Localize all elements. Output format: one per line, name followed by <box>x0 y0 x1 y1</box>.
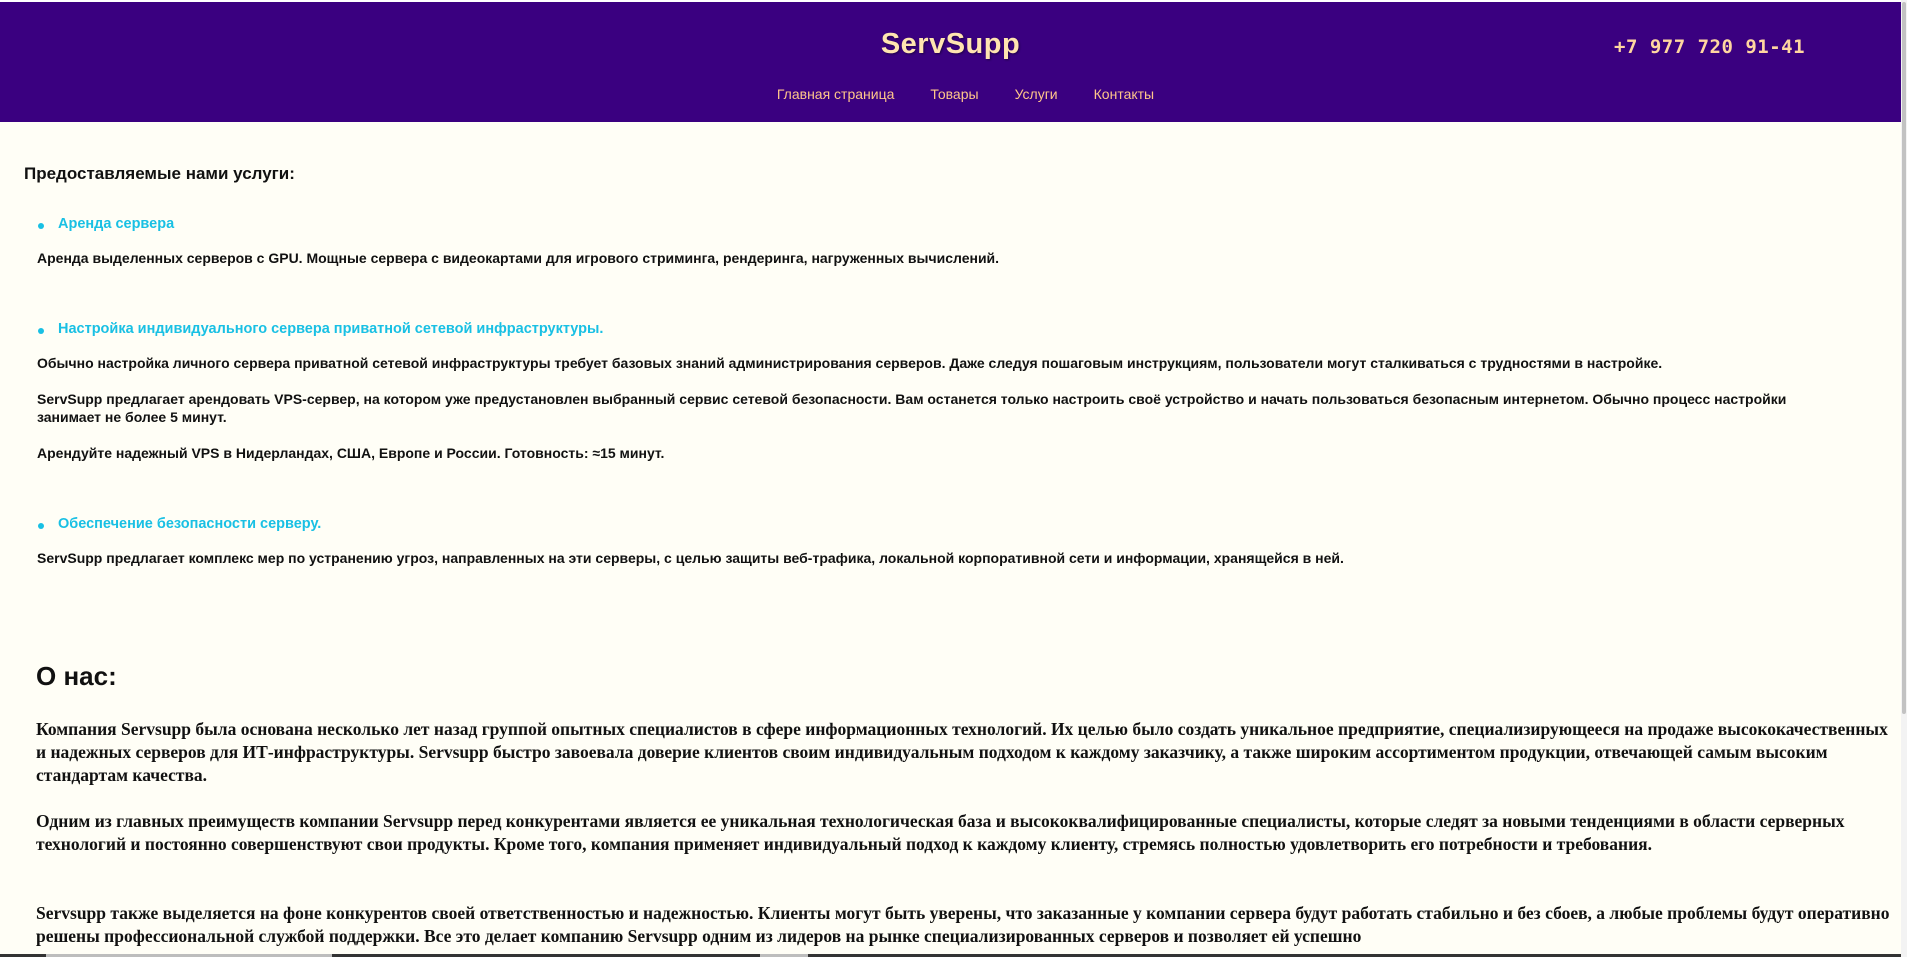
service-description: ServSupp предлагает арендовать VPS-серве… <box>37 391 1787 425</box>
service-description: ServSupp предлагает комплекс мер по устр… <box>37 550 1344 566</box>
service-description: Арендуйте надежный VPS в Нидерландах, СШ… <box>37 445 665 461</box>
phone-number[interactable]: +7 977 720 91-41 <box>1614 36 1805 58</box>
site-header: ServSupp +7 977 720 91-41 Главная страни… <box>0 2 1901 122</box>
bullet-icon <box>38 523 44 529</box>
main-nav: Главная страница Товары Услуги Контакты <box>0 86 1901 102</box>
service-heading-label: Обеспечение безопасности серверу. <box>58 516 322 532</box>
about-title: О нас: <box>36 661 117 691</box>
scrollbar-thumb[interactable] <box>1902 2 1906 714</box>
nav-services[interactable]: Услуги <box>1015 86 1058 102</box>
service-description: Аренда выделенных серверов с GPU. Мощные… <box>37 250 1000 266</box>
about-paragraph: Одним из главных преимуществ компании Se… <box>36 811 1845 854</box>
service-heading-label: Настройка индивидуального сервера приват… <box>58 321 604 337</box>
nav-home[interactable]: Главная страница <box>777 86 895 102</box>
services-title: Предоставляемые нами услуги: <box>24 164 295 183</box>
bullet-icon <box>38 223 44 229</box>
service-heading-server-rental[interactable]: Аренда сервера <box>38 216 175 232</box>
nav-products[interactable]: Товары <box>930 86 978 102</box>
service-heading-private-server-setup[interactable]: Настройка индивидуального сервера приват… <box>38 321 604 337</box>
service-heading-server-security[interactable]: Обеспечение безопасности серверу. <box>38 516 322 532</box>
service-heading-label: Аренда сервера <box>58 216 175 232</box>
nav-contacts[interactable]: Контакты <box>1094 86 1154 102</box>
about-paragraph: Компания Servsupp была основана нескольк… <box>36 719 1888 785</box>
about-paragraph: Servsupp также выделяется на фоне конкур… <box>36 903 1890 946</box>
service-description: Обычно настройка личного сервера приватн… <box>37 355 1663 371</box>
bullet-icon <box>38 328 44 334</box>
